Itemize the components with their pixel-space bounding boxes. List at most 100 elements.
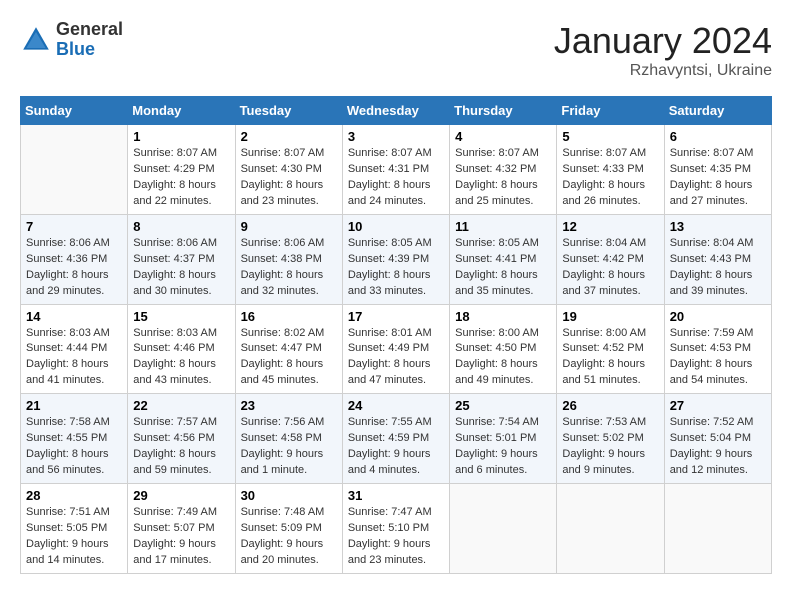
calendar-cell: 21 Sunrise: 7:58 AMSunset: 4:55 PMDayligh… [21,394,128,484]
day-info: Sunrise: 7:57 AMSunset: 4:56 PMDaylight:… [133,415,229,479]
logo: General Blue [20,20,123,60]
calendar-cell: 27 Sunrise: 7:52 AMSunset: 5:04 PMDayligh… [664,394,771,484]
calendar-cell: 10 Sunrise: 8:05 AMSunset: 4:39 PMDayligh… [342,214,449,304]
page-header: General Blue January 2024 Rzhavyntsi, Uk… [20,20,772,80]
day-number: 25 [455,398,551,413]
day-number: 11 [455,219,551,234]
weekday-header: Sunday [21,97,128,125]
day-info: Sunrise: 8:07 AMSunset: 4:30 PMDaylight:… [241,146,337,210]
calendar-cell: 22 Sunrise: 7:57 AMSunset: 4:56 PMDayligh… [128,394,235,484]
day-number: 10 [348,219,444,234]
logo-blue-text: Blue [56,40,123,60]
day-info: Sunrise: 7:55 AMSunset: 4:59 PMDaylight:… [348,415,444,479]
day-info: Sunrise: 8:06 AMSunset: 4:38 PMDaylight:… [241,236,337,300]
day-number: 1 [133,129,229,144]
calendar-cell: 29 Sunrise: 7:49 AMSunset: 5:07 PMDayligh… [128,484,235,574]
day-info: Sunrise: 8:07 AMSunset: 4:33 PMDaylight:… [562,146,658,210]
calendar-cell: 17Sunrise: 8:01 AMSunset: 4:49 PMDayligh… [342,304,449,394]
day-number: 2 [241,129,337,144]
calendar-cell: 19 Sunrise: 8:00 AMSunset: 4:52 PMDayligh… [557,304,664,394]
day-number: 8 [133,219,229,234]
calendar-cell [450,484,557,574]
day-number: 23 [241,398,337,413]
calendar-cell: 13 Sunrise: 8:04 AMSunset: 4:43 PMDayligh… [664,214,771,304]
calendar-week-row: 7 Sunrise: 8:06 AMSunset: 4:36 PMDaylight… [21,214,772,304]
day-number: 5 [562,129,658,144]
day-info: Sunrise: 8:07 AMSunset: 4:35 PMDaylight:… [670,146,766,210]
weekday-header: Wednesday [342,97,449,125]
day-info: Sunrise: 8:03 AMSunset: 4:44 PMDaylight:… [26,326,122,390]
day-info: Sunrise: 8:06 AMSunset: 4:37 PMDaylight:… [133,236,229,300]
day-number: 18 [455,309,551,324]
calendar-cell: 26 Sunrise: 7:53 AMSunset: 5:02 PMDayligh… [557,394,664,484]
calendar-cell: 9 Sunrise: 8:06 AMSunset: 4:38 PMDaylight… [235,214,342,304]
day-info: Sunrise: 7:48 AMSunset: 5:09 PMDaylight:… [241,505,337,569]
calendar-cell [21,125,128,215]
calendar-cell: 28Sunrise: 7:51 AMSunset: 5:05 PMDayligh… [21,484,128,574]
weekday-header: Friday [557,97,664,125]
calendar-cell: 3 Sunrise: 8:07 AMSunset: 4:31 PMDaylight… [342,125,449,215]
calendar-cell: 4Sunrise: 8:07 AMSunset: 4:32 PMDaylight… [450,125,557,215]
day-info: Sunrise: 8:07 AMSunset: 4:31 PMDaylight:… [348,146,444,210]
day-info: Sunrise: 8:03 AMSunset: 4:46 PMDaylight:… [133,326,229,390]
calendar-cell: 25Sunrise: 7:54 AMSunset: 5:01 PMDayligh… [450,394,557,484]
day-info: Sunrise: 8:04 AMSunset: 4:42 PMDaylight:… [562,236,658,300]
day-info: Sunrise: 8:06 AMSunset: 4:36 PMDaylight:… [26,236,122,300]
day-number: 13 [670,219,766,234]
day-info: Sunrise: 7:53 AMSunset: 5:02 PMDaylight:… [562,415,658,479]
day-info: Sunrise: 7:58 AMSunset: 4:55 PMDaylight:… [26,415,122,479]
weekday-header: Tuesday [235,97,342,125]
day-info: Sunrise: 8:05 AMSunset: 4:41 PMDaylight:… [455,236,551,300]
day-info: Sunrise: 7:52 AMSunset: 5:04 PMDaylight:… [670,415,766,479]
day-number: 21 [26,398,122,413]
calendar-week-row: 21 Sunrise: 7:58 AMSunset: 4:55 PMDayligh… [21,394,772,484]
day-number: 9 [241,219,337,234]
day-number: 29 [133,488,229,503]
day-info: Sunrise: 8:04 AMSunset: 4:43 PMDaylight:… [670,236,766,300]
calendar-cell: 1 Sunrise: 8:07 AMSunset: 4:29 PMDaylight… [128,125,235,215]
calendar-cell: 20Sunrise: 7:59 AMSunset: 4:53 PMDayligh… [664,304,771,394]
day-info: Sunrise: 8:00 AMSunset: 4:52 PMDaylight:… [562,326,658,390]
weekday-header: Monday [128,97,235,125]
logo-icon [20,24,52,56]
day-info: Sunrise: 7:56 AMSunset: 4:58 PMDaylight:… [241,415,337,479]
day-info: Sunrise: 8:00 AMSunset: 4:50 PMDaylight:… [455,326,551,390]
day-number: 17 [348,309,444,324]
day-number: 14 [26,309,122,324]
day-info: Sunrise: 7:49 AMSunset: 5:07 PMDaylight:… [133,505,229,569]
logo-general-text: General [56,20,123,40]
day-number: 7 [26,219,122,234]
calendar-cell: 8 Sunrise: 8:06 AMSunset: 4:37 PMDaylight… [128,214,235,304]
calendar-cell: 6 Sunrise: 8:07 AMSunset: 4:35 PMDaylight… [664,125,771,215]
calendar-week-row: 14 Sunrise: 8:03 AMSunset: 4:44 PMDayligh… [21,304,772,394]
day-number: 27 [670,398,766,413]
day-number: 26 [562,398,658,413]
day-info: Sunrise: 8:07 AMSunset: 4:29 PMDaylight:… [133,146,229,210]
calendar-cell: 5 Sunrise: 8:07 AMSunset: 4:33 PMDaylight… [557,125,664,215]
day-number: 19 [562,309,658,324]
day-info: Sunrise: 8:05 AMSunset: 4:39 PMDaylight:… [348,236,444,300]
calendar-cell: 23 Sunrise: 7:56 AMSunset: 4:58 PMDayligh… [235,394,342,484]
calendar-cell [664,484,771,574]
day-number: 4 [455,129,551,144]
day-number: 31 [348,488,444,503]
calendar-cell: 14 Sunrise: 8:03 AMSunset: 4:44 PMDayligh… [21,304,128,394]
month-title: January 2024 [554,20,772,62]
location-subtitle: Rzhavyntsi, Ukraine [554,62,772,80]
day-number: 6 [670,129,766,144]
calendar-cell: 7 Sunrise: 8:06 AMSunset: 4:36 PMDaylight… [21,214,128,304]
calendar-cell: 30Sunrise: 7:48 AMSunset: 5:09 PMDayligh… [235,484,342,574]
day-number: 3 [348,129,444,144]
calendar-week-row: 1 Sunrise: 8:07 AMSunset: 4:29 PMDaylight… [21,125,772,215]
calendar-week-row: 28Sunrise: 7:51 AMSunset: 5:05 PMDayligh… [21,484,772,574]
day-info: Sunrise: 7:47 AMSunset: 5:10 PMDaylight:… [348,505,444,569]
calendar-cell: 15 Sunrise: 8:03 AMSunset: 4:46 PMDayligh… [128,304,235,394]
day-number: 16 [241,309,337,324]
calendar-cell: 2 Sunrise: 8:07 AMSunset: 4:30 PMDaylight… [235,125,342,215]
calendar-cell: 11 Sunrise: 8:05 AMSunset: 4:41 PMDayligh… [450,214,557,304]
day-info: Sunrise: 7:51 AMSunset: 5:05 PMDaylight:… [26,505,122,569]
weekday-header: Saturday [664,97,771,125]
day-number: 15 [133,309,229,324]
calendar-cell: 24Sunrise: 7:55 AMSunset: 4:59 PMDayligh… [342,394,449,484]
day-number: 22 [133,398,229,413]
